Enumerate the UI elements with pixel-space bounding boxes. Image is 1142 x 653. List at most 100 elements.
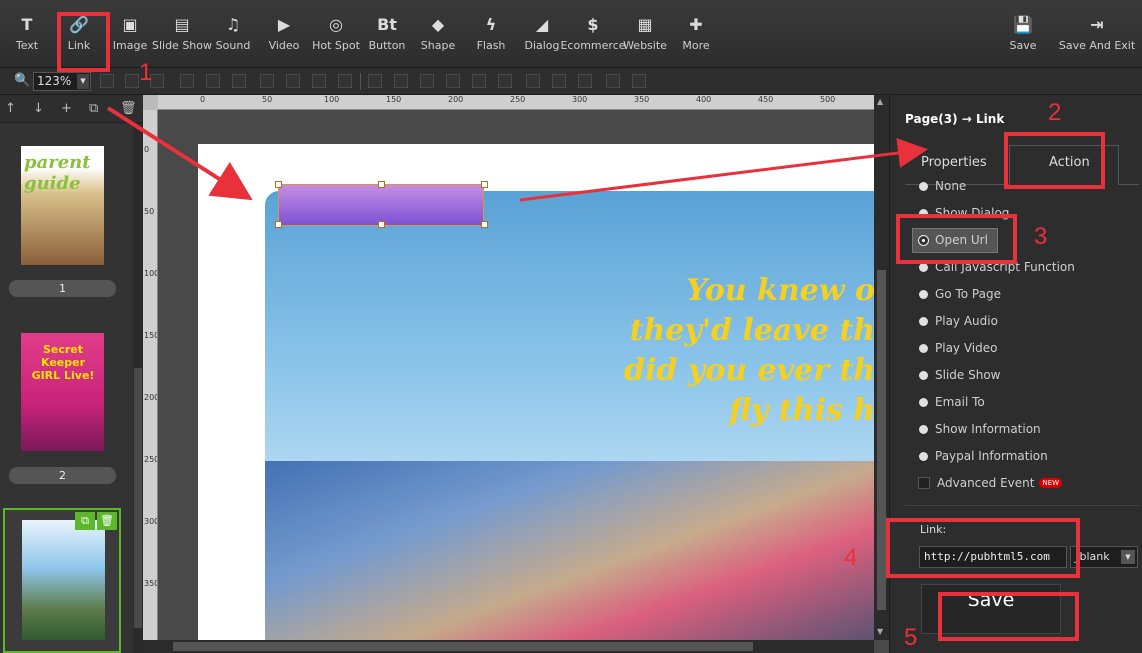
- scrollbar-thumb[interactable]: [173, 642, 753, 651]
- undo-icon[interactable]: [606, 74, 620, 88]
- ride-photo-area: [265, 461, 874, 640]
- pages-scrollbar[interactable]: [133, 123, 143, 653]
- website-tool-button[interactable]: ▦ Website: [623, 0, 667, 66]
- page-thumbnail-3-selected[interactable]: ⧉ 🗑: [3, 508, 121, 653]
- video-tool-button[interactable]: ▶ Video: [267, 0, 301, 66]
- action-option-slide-show[interactable]: Slide Show: [919, 367, 1000, 383]
- ecommerce-tool-button[interactable]: $ Ecommerce: [560, 0, 625, 66]
- action-option-paypal-information[interactable]: Paypal Information: [919, 448, 1048, 464]
- slideshow-icon: ▤: [174, 15, 190, 34]
- book-page[interactable]: You knew o they'd leave th did you ever …: [198, 144, 874, 640]
- hotspot-tool-button[interactable]: ◎ Hot Spot: [311, 0, 361, 66]
- floppy-disk-icon: 💾: [1013, 15, 1033, 34]
- trash-icon[interactable]: 🗑: [97, 512, 117, 530]
- zoom-icon: 🔍: [14, 73, 31, 88]
- text-icon: T: [21, 15, 33, 34]
- action-option-email-to[interactable]: Email To: [919, 394, 985, 410]
- tab-properties[interactable]: Properties: [921, 155, 987, 170]
- page-thumbnail-1[interactable]: parent guide: [21, 146, 104, 265]
- action-option-play-audio[interactable]: Play Audio: [919, 313, 998, 329]
- duplicate-page-icon[interactable]: ⧉: [89, 101, 98, 116]
- trash-icon[interactable]: 🗑: [120, 101, 137, 116]
- add-page-icon[interactable]: +: [61, 101, 72, 116]
- video-icon: ▶: [277, 15, 291, 34]
- advanced-event-checkbox[interactable]: Advanced Event NEW: [918, 475, 1063, 491]
- page-thumbnail-2[interactable]: Secret Keeper GIRL Live!: [21, 333, 104, 451]
- radio-icon: [919, 424, 928, 434]
- action-option-show-information[interactable]: Show Information: [919, 421, 1041, 437]
- distribute-h-icon[interactable]: [368, 74, 382, 88]
- send-backward-icon[interactable]: [312, 74, 326, 88]
- image-tool-button[interactable]: ▣ Image: [112, 0, 148, 66]
- copy-icon[interactable]: [526, 74, 540, 88]
- link-hotspot-selected[interactable]: [275, 181, 488, 228]
- bring-front-icon[interactable]: [260, 74, 274, 88]
- resize-handle[interactable]: [378, 221, 385, 228]
- scrollbar-thumb[interactable]: [134, 368, 142, 628]
- button-tool-button[interactable]: Bt Button: [367, 0, 407, 66]
- move-down-icon[interactable]: ↓: [33, 101, 44, 116]
- duplicate-icon[interactable]: ⧉: [75, 512, 95, 530]
- resize-handle[interactable]: [378, 181, 385, 188]
- headline-line: they'd leave th: [629, 313, 874, 348]
- same-height-icon[interactable]: [498, 74, 512, 88]
- chevron-down-icon: ▼: [1121, 550, 1135, 564]
- align-center-icon[interactable]: [125, 74, 139, 88]
- align-left-icon[interactable]: [100, 74, 114, 88]
- resize-handle[interactable]: [275, 181, 282, 188]
- ruler-tick-label: 200: [448, 95, 464, 104]
- ruler-tick-label: 250: [510, 95, 526, 104]
- vertical-ruler: 0 50 100 150 200 250 300 350: [143, 110, 158, 640]
- ruler-tick-label: 350: [144, 579, 158, 588]
- same-width-icon[interactable]: [472, 74, 486, 88]
- radio-icon: [919, 451, 928, 461]
- scroll-down-icon[interactable]: ▼: [877, 627, 883, 636]
- flash-tool-button[interactable]: ϟ Flash: [474, 0, 508, 66]
- ruler-tick-label: 50: [144, 207, 155, 216]
- paste-icon[interactable]: [552, 74, 566, 88]
- scrollbar-thumb[interactable]: [877, 270, 886, 610]
- editor-canvas: 0 50 100 150 200 250 300 350 400 450 500…: [143, 95, 889, 653]
- align-bottom-icon[interactable]: [232, 74, 246, 88]
- bring-forward-icon[interactable]: [286, 74, 300, 88]
- slideshow-tool-button[interactable]: ▤ Slide Show: [152, 0, 212, 66]
- ruler-tick-label: 100: [144, 269, 158, 278]
- canvas-horizontal-scrollbar[interactable]: [143, 640, 874, 653]
- text-tool-button[interactable]: T Text: [10, 0, 44, 66]
- page-photo: You knew o they'd leave th did you ever …: [265, 191, 874, 640]
- scroll-up-icon[interactable]: ▲: [877, 97, 883, 106]
- align-middle-icon[interactable]: [206, 74, 220, 88]
- page-label-2[interactable]: 2: [9, 467, 116, 484]
- dialog-tool-button[interactable]: ◢ Dialog: [524, 0, 560, 66]
- zoom-select[interactable]: 123% ▼: [33, 72, 91, 91]
- ruler-tick-label: 100: [324, 95, 340, 104]
- page-label-1[interactable]: 1: [9, 280, 116, 297]
- action-option-play-video[interactable]: Play Video: [919, 340, 997, 356]
- grid-icon[interactable]: [446, 74, 460, 88]
- same-size-icon[interactable]: [420, 74, 434, 88]
- link-target-select[interactable]: _blank ▼: [1070, 546, 1138, 568]
- sound-tool-button[interactable]: ♫ Sound: [214, 0, 252, 66]
- save-button[interactable]: 💾 Save: [1006, 0, 1040, 66]
- radio-icon: [919, 397, 928, 407]
- ruler-tick-label: 150: [144, 331, 158, 340]
- ruler-tick-label: 200: [144, 393, 158, 402]
- redo-icon[interactable]: [632, 74, 646, 88]
- editor-app: T Text 🔗 Link ▣ Image ▤ Slide Show ♫ Sound ▶ V…: [0, 0, 1142, 653]
- move-up-icon[interactable]: ↑: [5, 101, 16, 116]
- send-back-icon[interactable]: [338, 74, 352, 88]
- shape-tool-button[interactable]: ◆ Shape: [420, 0, 456, 66]
- align-top-icon[interactable]: [180, 74, 194, 88]
- save-and-exit-button[interactable]: ⇥ Save And Exit: [1059, 0, 1135, 66]
- action-option-go-to-page[interactable]: Go To Page: [919, 286, 1001, 302]
- resize-handle[interactable]: [275, 221, 282, 228]
- thumbnail-title: parent guide: [24, 152, 91, 194]
- ruler-tick-label: 50: [262, 95, 273, 104]
- distribute-v-icon[interactable]: [394, 74, 408, 88]
- headline-line: fly this h: [729, 393, 874, 428]
- more-tool-button[interactable]: ✚ More: [680, 0, 712, 66]
- delete-icon[interactable]: [578, 74, 592, 88]
- action-option-none[interactable]: None: [919, 178, 966, 194]
- resize-handle[interactable]: [481, 181, 488, 188]
- resize-handle[interactable]: [481, 221, 488, 228]
